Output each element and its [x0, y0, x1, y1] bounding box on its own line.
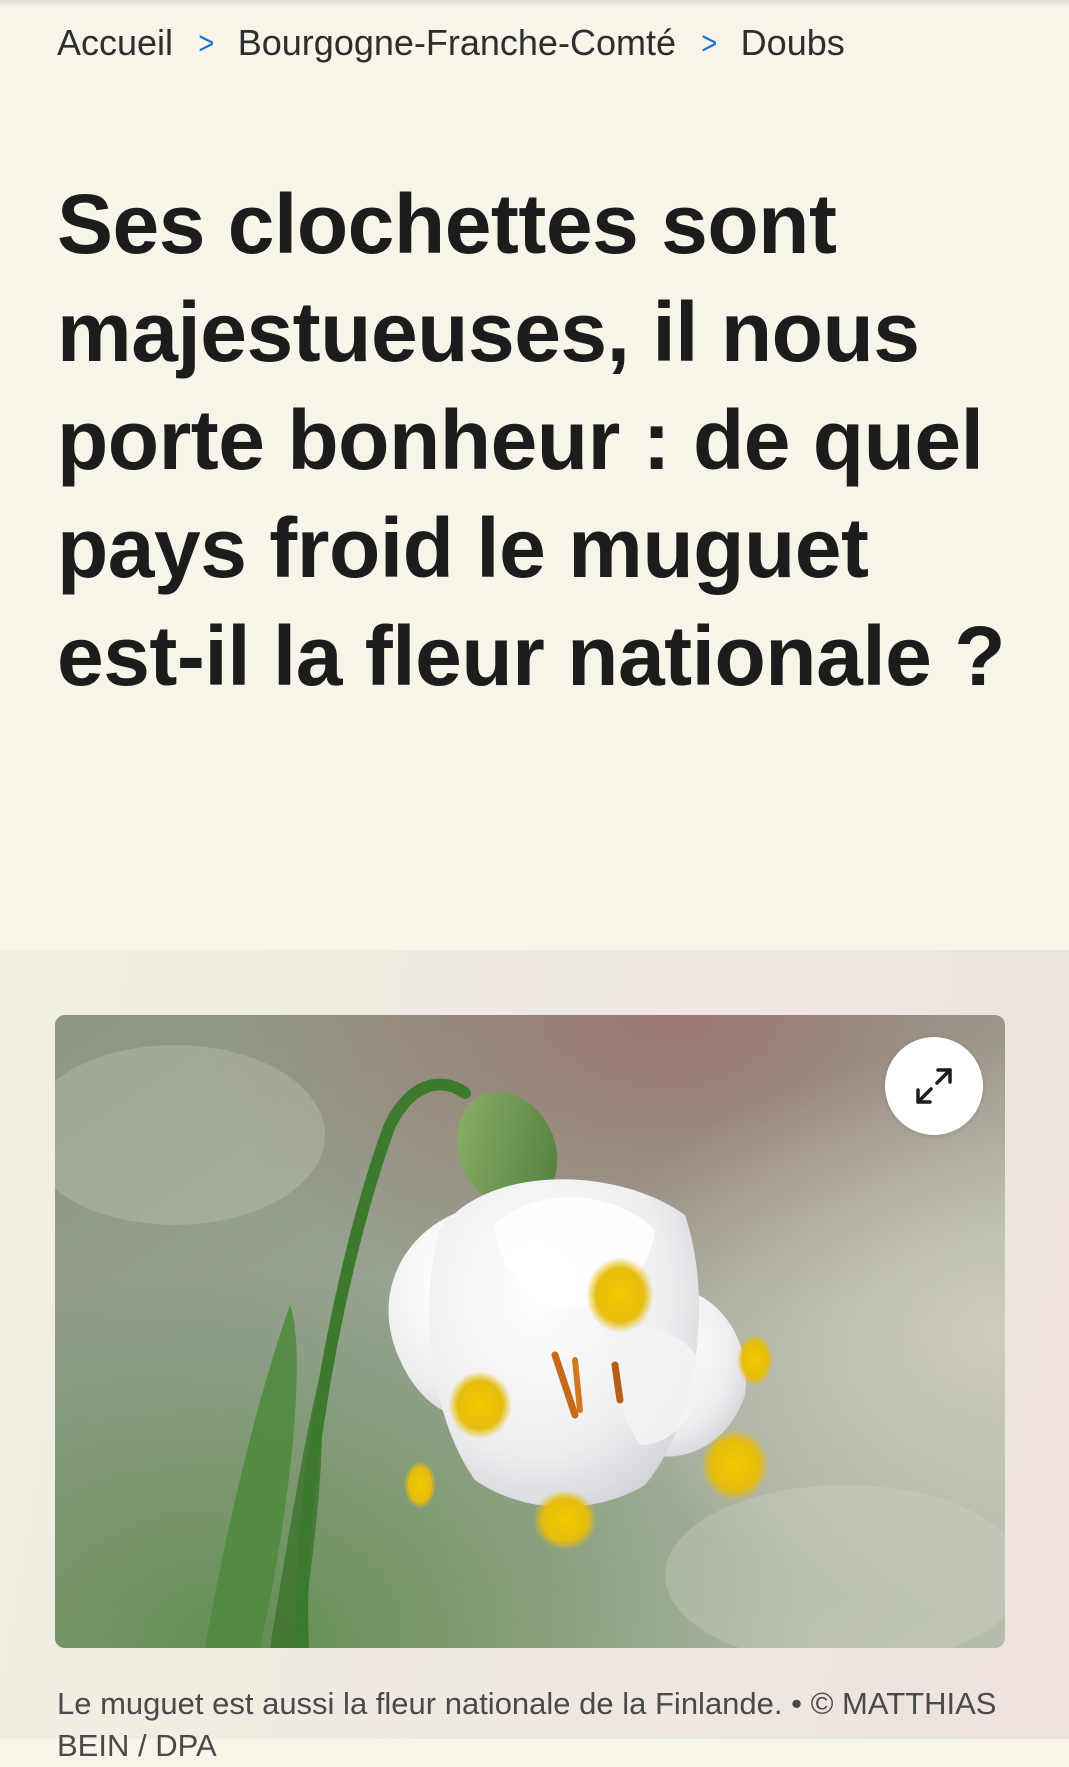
expand-icon	[916, 1068, 952, 1104]
breadcrumb: Accueil > Bourgogne-Franche-Comté > Doub…	[57, 18, 845, 68]
image-caption: Le muguet est aussi la fleur nationale d…	[57, 1686, 997, 1763]
breadcrumb-separator-icon: >	[198, 24, 215, 61]
article-headline: Ses clochettes sont majestueuses, il nou…	[57, 177, 1006, 703]
breadcrumb-item-accueil[interactable]: Accueil	[57, 22, 173, 64]
article-photo[interactable]	[55, 1015, 1005, 1648]
breadcrumb-item-region[interactable]: Bourgogne-Franche-Comté	[238, 22, 676, 64]
breadcrumb-separator-icon: >	[701, 24, 718, 61]
expand-image-button[interactable]	[885, 1037, 983, 1135]
breadcrumb-item-department[interactable]: Doubs	[741, 22, 845, 64]
top-shadow	[0, 0, 1069, 8]
snowflake-flower-image	[55, 1015, 1005, 1648]
